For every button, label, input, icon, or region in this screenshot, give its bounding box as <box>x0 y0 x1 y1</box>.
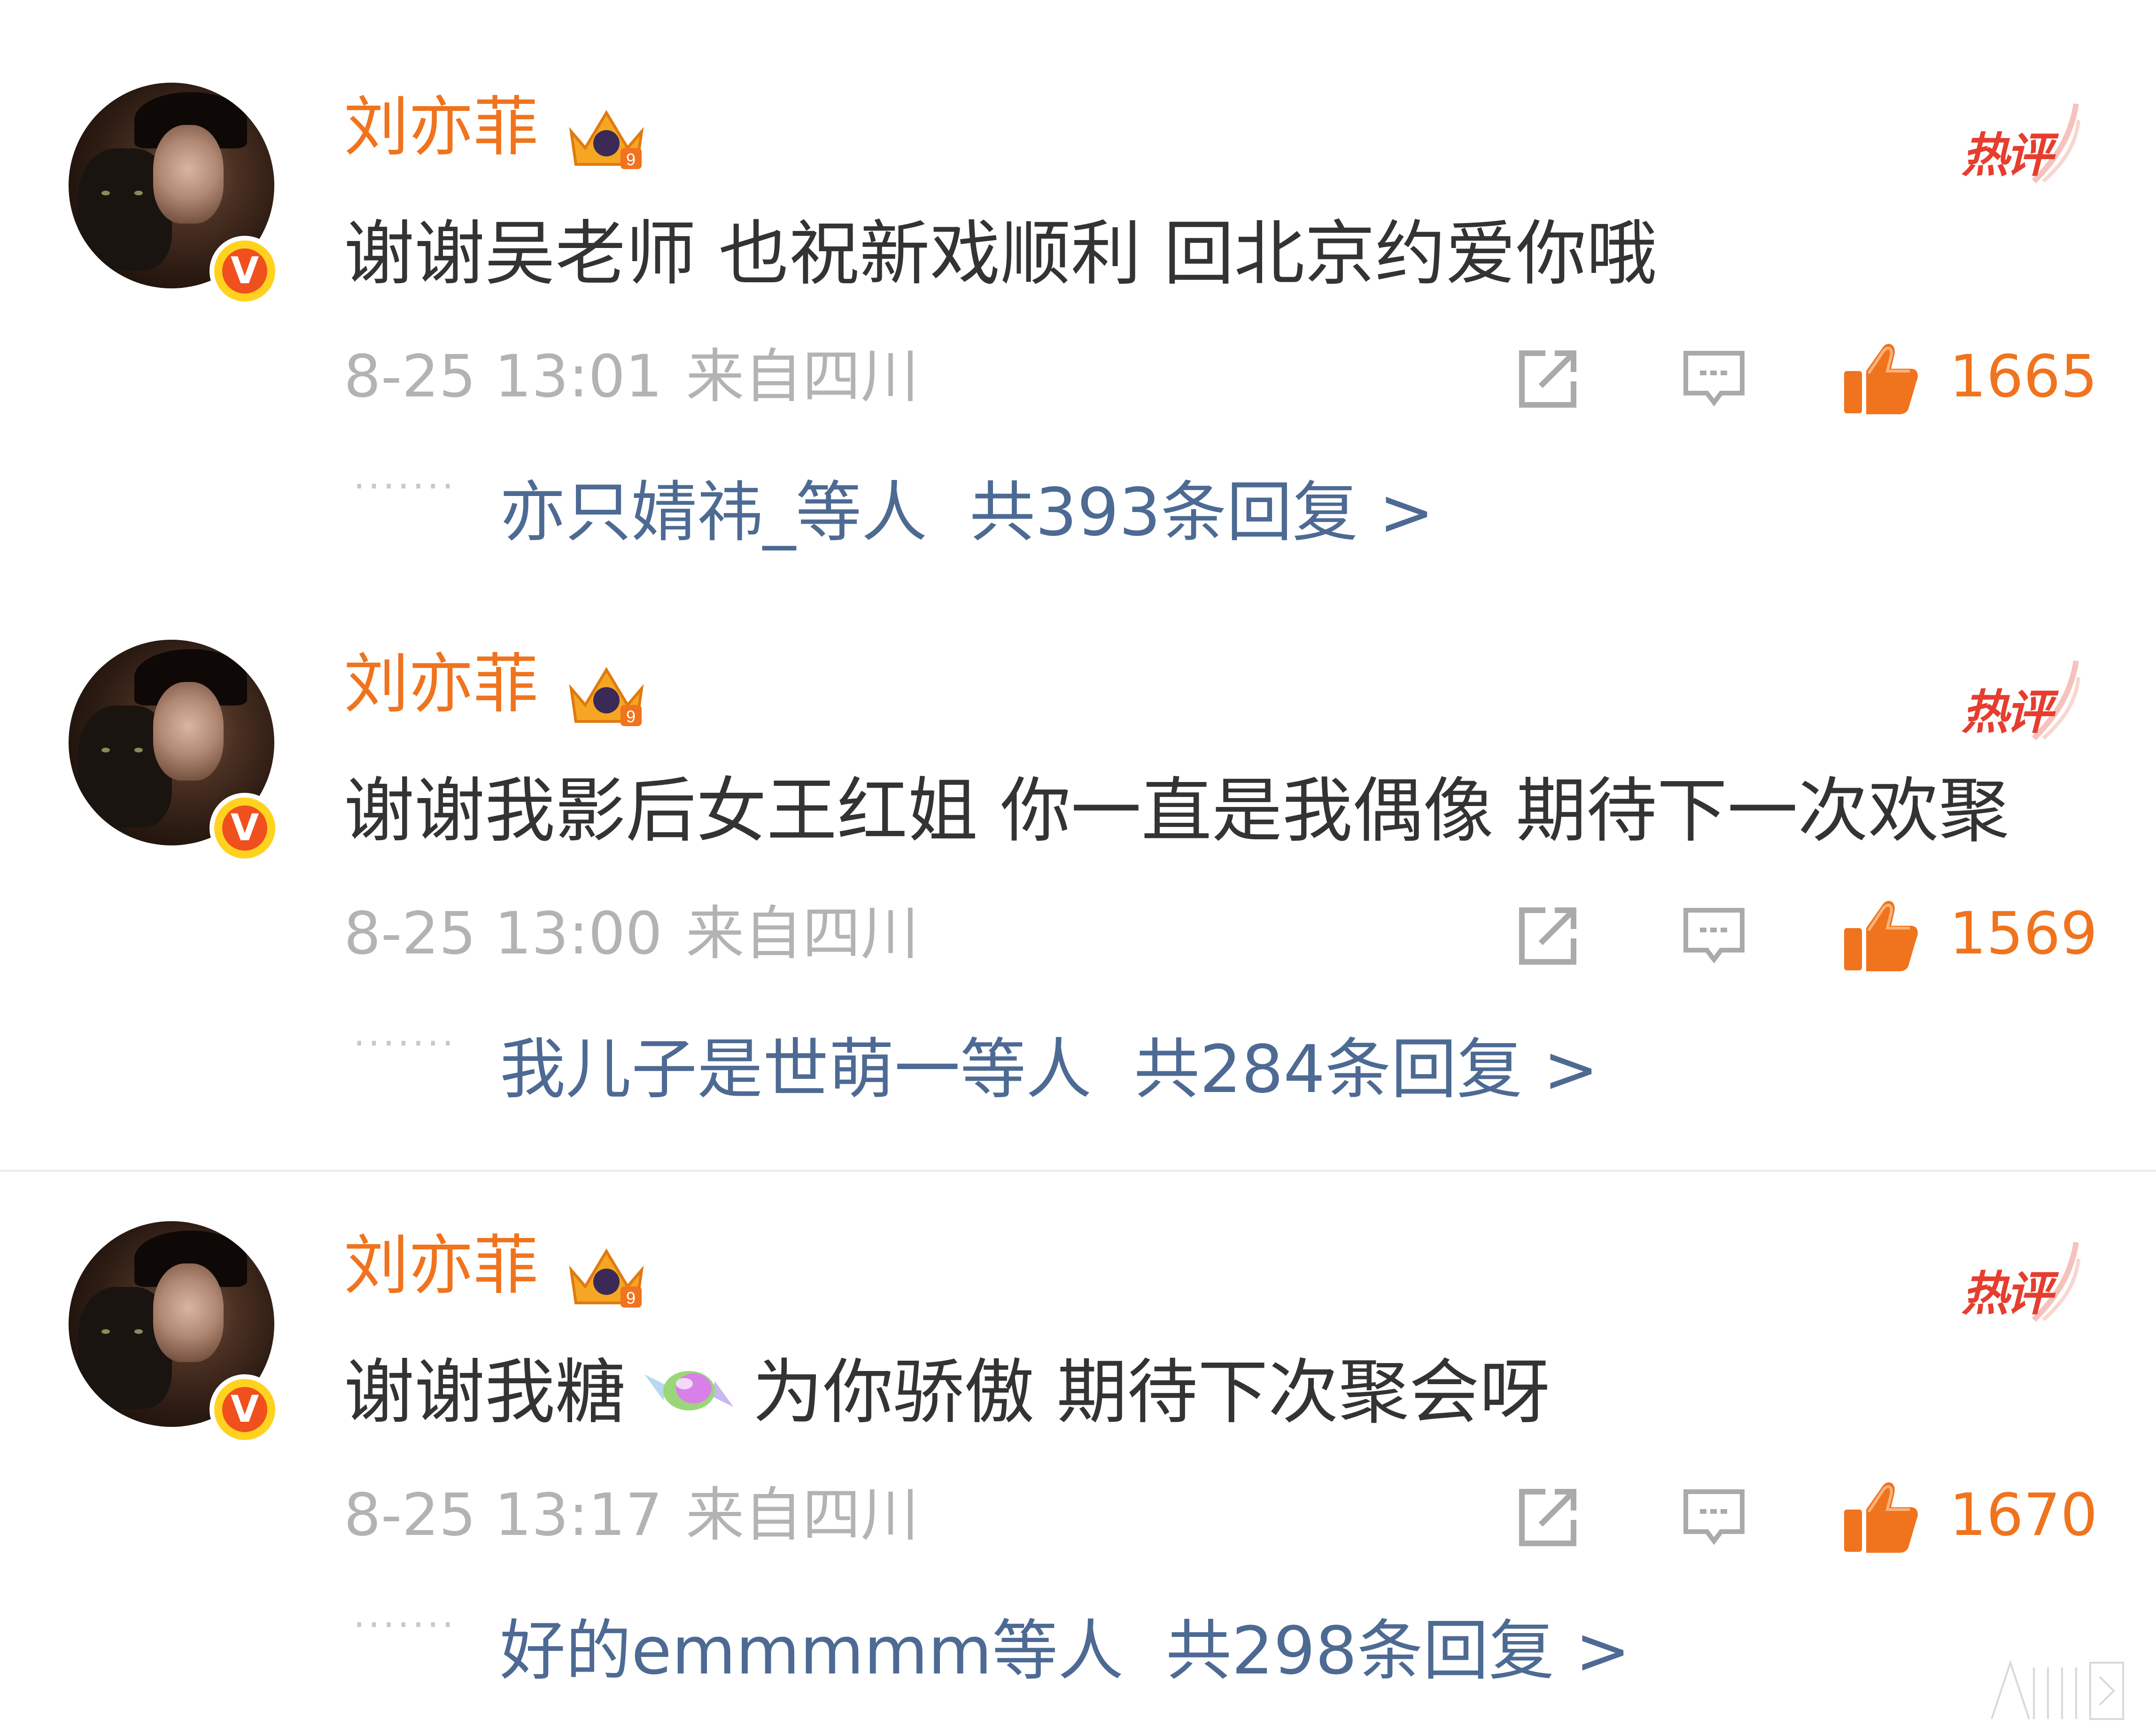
like-count: 1569 <box>1949 900 2098 968</box>
avatar-face <box>153 125 224 224</box>
svg-text:9: 9 <box>626 150 636 169</box>
avatar-face <box>153 1263 224 1362</box>
avatar-cat-eye <box>134 191 143 195</box>
crown-badge-icon[interactable]: 9 <box>562 1242 651 1312</box>
share-icon[interactable] <box>1512 1482 1583 1553</box>
hot-comment-tag: 热评 <box>1959 101 2081 195</box>
reply-total: 共298条回复 > <box>1166 1613 1631 1689</box>
crown-badge-icon[interactable]: 9 <box>562 103 651 174</box>
comment-meta: 8-25 13:01 来自四川 <box>344 344 919 410</box>
reply-link[interactable]: 亦只婧祎_等人 共393条回复 > <box>500 475 1434 550</box>
reply-users: 好的emmmmm等人 <box>500 1613 1124 1689</box>
comment-text-after: 为你骄傲 期待下次聚会呀 <box>752 1352 1550 1433</box>
comment-text: 谢谢我糖 为你骄傲 期待下次聚会呀 <box>344 1353 1550 1433</box>
comment-time: 8-25 13:17 <box>344 1481 663 1549</box>
reply-users: 我儿子是世萌一等人 <box>500 1031 1092 1108</box>
candy-emoji-icon <box>644 1371 734 1410</box>
reply-dots: ······· <box>353 465 457 508</box>
crown-badge-icon[interactable]: 9 <box>562 660 651 731</box>
svg-text:9: 9 <box>626 1288 636 1308</box>
comment-time: 8-25 13:01 <box>344 343 663 411</box>
verified-v-icon: V <box>209 1374 280 1445</box>
verified-v-icon: V <box>209 236 280 306</box>
hot-comment-label: 热评 <box>1962 685 2053 740</box>
like-count: 1665 <box>1949 343 2098 411</box>
thumbs-up-icon[interactable] <box>1840 338 1920 418</box>
comment-text: 谢谢我影后女王红姐 你一直是我偶像 期待下一次欢聚 <box>344 770 2009 852</box>
avatar-cat-eye <box>101 1329 110 1334</box>
avatar-cat-eye <box>134 1329 143 1334</box>
comment-location: 来自四川 <box>686 900 919 968</box>
comment-location: 来自四川 <box>686 343 919 411</box>
comment-meta: 8-25 13:00 来自四川 <box>344 901 919 967</box>
comment-text: 谢谢吴老师 也祝新戏顺利 回北京约爱你哦 <box>344 213 1657 295</box>
reply-users: 亦只婧祎_等人 <box>500 474 928 551</box>
verified-v-icon: V <box>209 793 280 863</box>
avatar-cat-eye <box>134 748 143 752</box>
reply-link[interactable]: 我儿子是世萌一等人 共284条回复 > <box>500 1032 1598 1108</box>
like-count: 1670 <box>1949 1481 2098 1549</box>
hot-comment-label: 热评 <box>1962 1266 2053 1321</box>
username[interactable]: 刘亦菲 <box>344 649 538 720</box>
section-divider <box>0 1170 2156 1172</box>
reply-total: 共393条回复 > <box>969 474 1435 551</box>
comment-icon[interactable] <box>1679 1482 1749 1553</box>
comment-time: 8-25 13:00 <box>344 900 663 968</box>
comment-location: 来自四川 <box>686 1481 919 1549</box>
comment-icon[interactable] <box>1679 901 1749 971</box>
watermark-logo <box>1991 1659 2124 1720</box>
thumbs-up-icon[interactable] <box>1840 1477 1920 1557</box>
reply-dots: ······· <box>353 1022 457 1065</box>
svg-text:9: 9 <box>626 707 636 726</box>
hot-comment-tag: 热评 <box>1959 658 2081 752</box>
comment-meta: 8-25 13:17 来自四川 <box>344 1482 919 1548</box>
username[interactable]: 刘亦菲 <box>344 1231 538 1301</box>
hot-comment-tag: 热评 <box>1959 1240 2081 1334</box>
reply-link[interactable]: 好的emmmmm等人 共298条回复 > <box>500 1614 1630 1689</box>
comment-text-before: 谢谢我糖 <box>344 1352 626 1433</box>
comment-icon[interactable] <box>1679 344 1749 414</box>
reply-dots: ······· <box>353 1603 457 1647</box>
avatar-face <box>153 682 224 781</box>
hot-comment-label: 热评 <box>1962 128 2053 183</box>
reply-total: 共284条回复 > <box>1134 1031 1599 1108</box>
avatar-cat-eye <box>101 191 110 195</box>
share-icon[interactable] <box>1512 901 1583 971</box>
avatar-cat-eye <box>101 748 110 752</box>
share-icon[interactable] <box>1512 344 1583 414</box>
username[interactable]: 刘亦菲 <box>344 92 538 163</box>
thumbs-up-icon[interactable] <box>1840 895 1920 975</box>
